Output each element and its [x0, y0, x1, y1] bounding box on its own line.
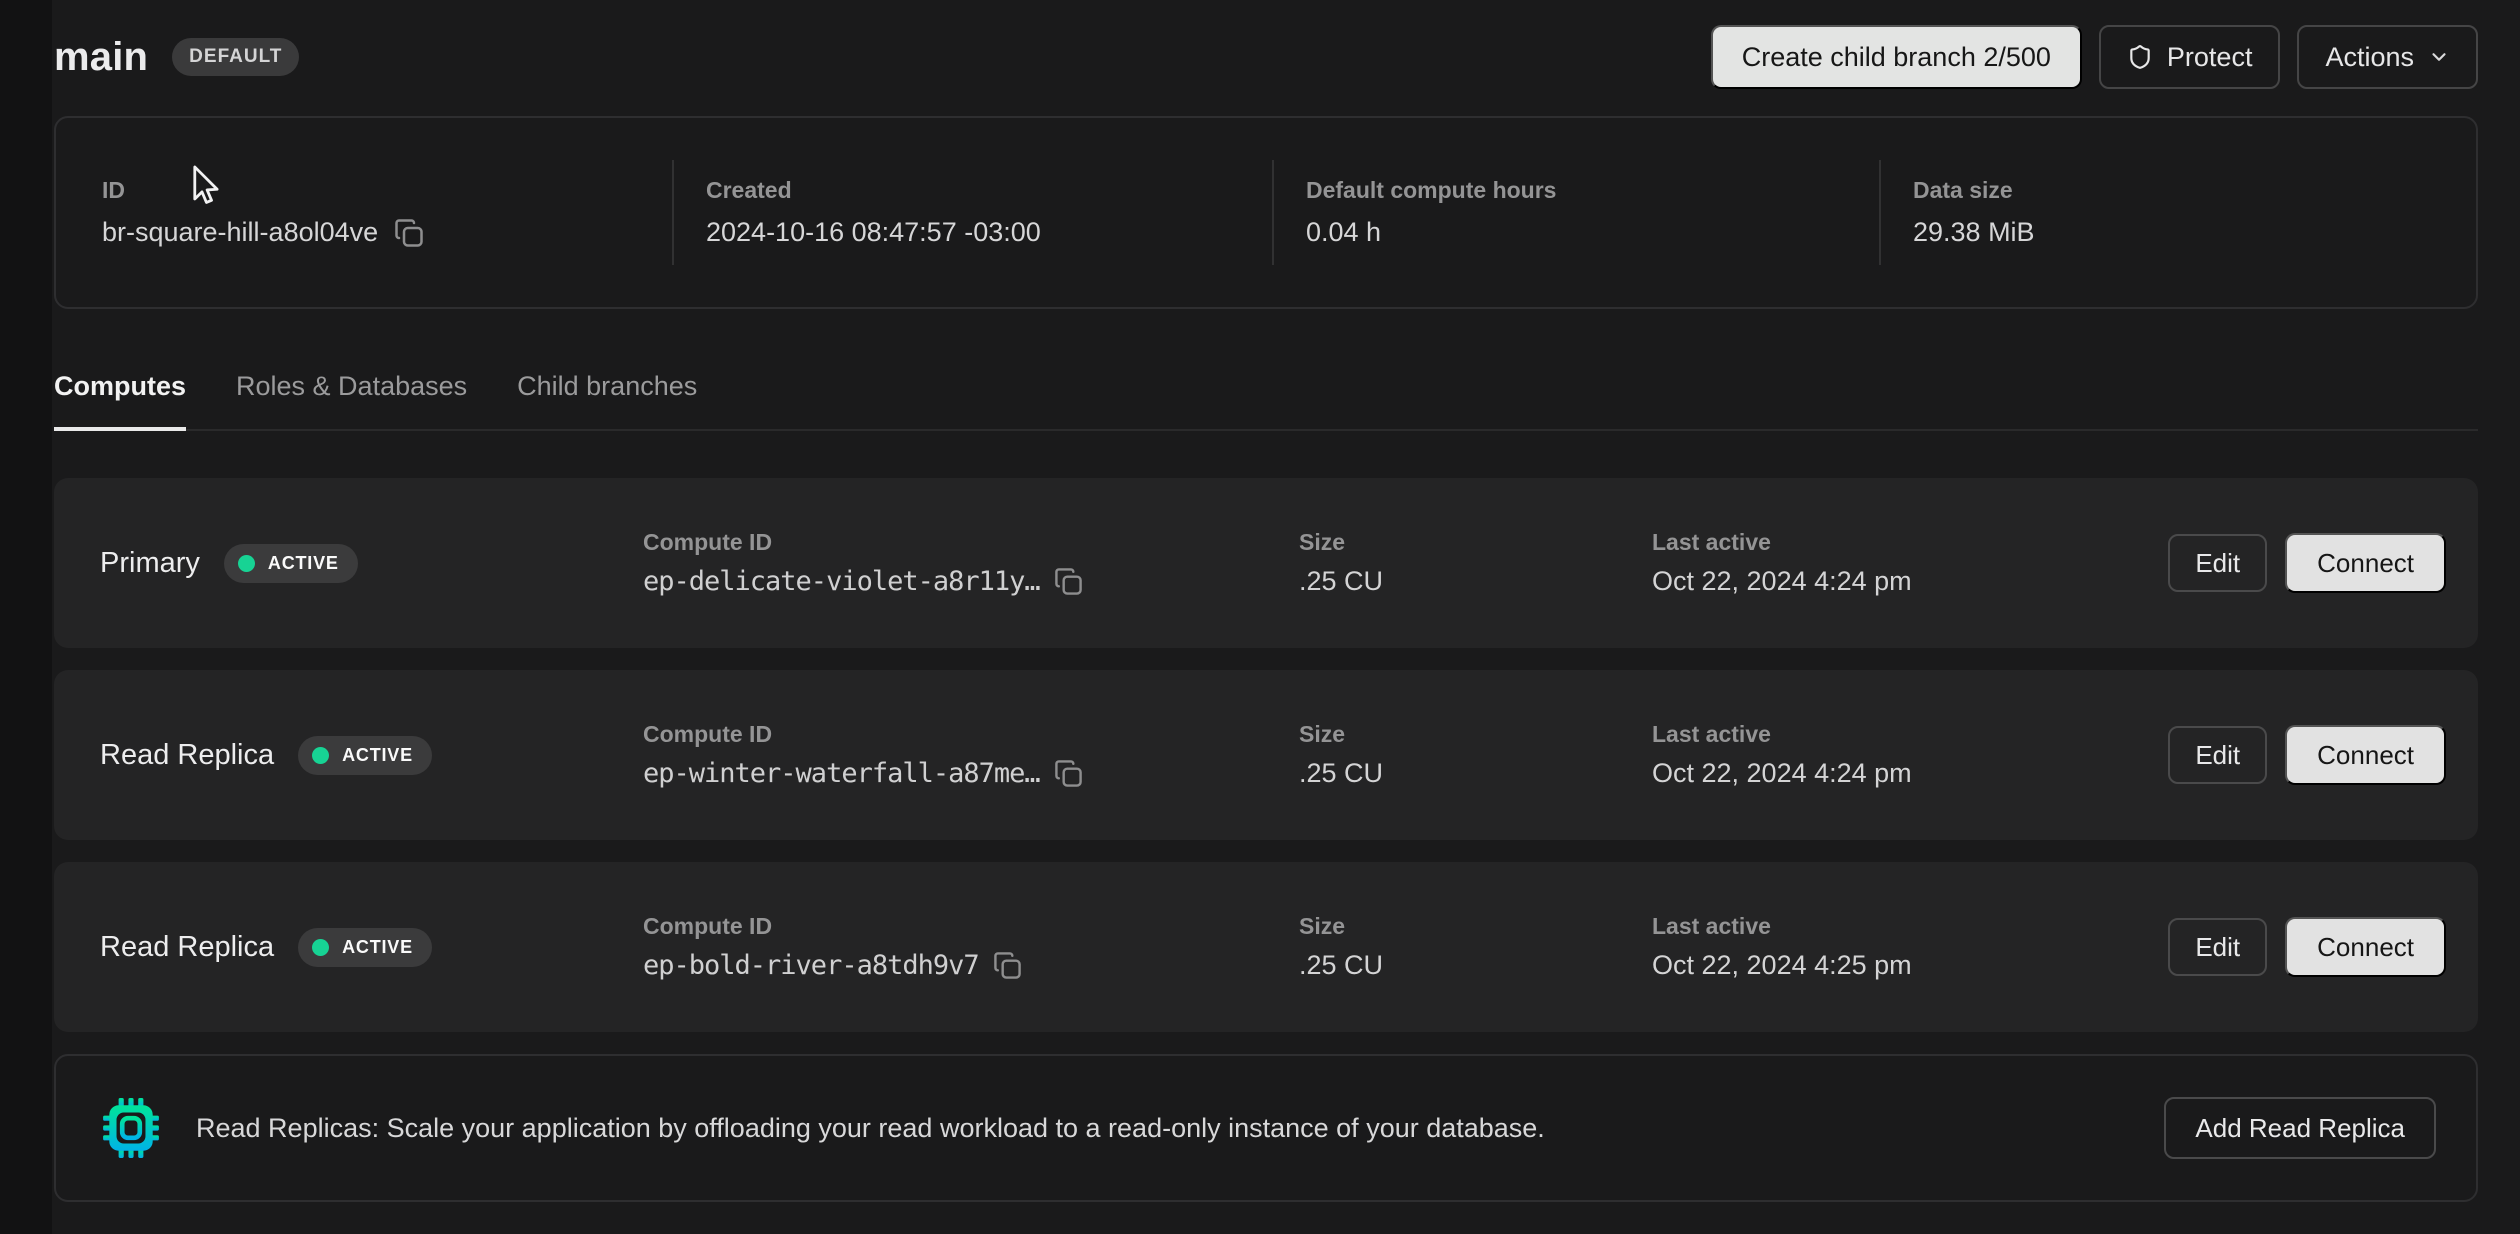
connect-button[interactable]: Connect: [2285, 917, 2446, 977]
compute-row-read-replica-1: Read Replica ACTIVE Compute ID ep-winter…: [54, 670, 2478, 840]
header-actions: Create child branch 2/500 Protect Action…: [1711, 25, 2478, 89]
compute-row-primary: Primary ACTIVE Compute ID ep-delicate-vi…: [54, 478, 2478, 648]
tab-child-branches[interactable]: Child branches: [517, 371, 697, 429]
edit-button[interactable]: Edit: [2168, 534, 2267, 592]
branch-data-size-label: Data size: [1913, 177, 2476, 204]
compute-id-label: Compute ID: [643, 721, 1299, 748]
compute-id-cell: Compute ID ep-delicate-violet-a8r11y…: [643, 529, 1299, 597]
create-child-branch-button[interactable]: Create child branch 2/500: [1711, 25, 2082, 89]
branch-compute-hours-value: 0.04 h: [1306, 217, 1879, 248]
actions-button-label: Actions: [2325, 42, 2414, 73]
branch-id-value: br-square-hill-a8ol04ve: [102, 217, 378, 248]
chevron-down-icon: [2428, 46, 2450, 68]
last-active-label: Last active: [1652, 913, 2168, 940]
compute-name: Read Replica: [100, 931, 274, 964]
last-active-cell: Last active Oct 22, 2024 4:24 pm: [1652, 721, 2168, 789]
branch-tabs: Computes Roles & Databases Child branche…: [54, 371, 2478, 431]
branch-created-field: Created 2024-10-16 08:47:57 -03:00: [672, 160, 1272, 265]
status-badge-label: ACTIVE: [342, 745, 413, 766]
branch-data-size-field: Data size 29.38 MiB: [1879, 160, 2476, 265]
read-replica-banner-text: Read Replicas: Scale your application by…: [196, 1113, 2164, 1144]
active-dot-icon: [238, 555, 255, 572]
size-label: Size: [1299, 913, 1652, 940]
compute-id-cell: Compute ID ep-winter-waterfall-a87me…: [643, 721, 1299, 789]
copy-icon[interactable]: [993, 951, 1022, 980]
compute-row-read-replica-2: Read Replica ACTIVE Compute ID ep-bold-r…: [54, 862, 2478, 1032]
branch-page-content: main DEFAULT Create child branch 2/500 P…: [52, 0, 2520, 1234]
status-badge: ACTIVE: [298, 928, 432, 967]
connect-button[interactable]: Connect: [2285, 533, 2446, 593]
chip-icon: [102, 1097, 160, 1159]
branch-compute-hours-field: Default compute hours 0.04 h: [1272, 160, 1879, 265]
compute-id-label: Compute ID: [643, 913, 1299, 940]
active-dot-icon: [312, 939, 329, 956]
compute-name: Primary: [100, 547, 200, 580]
tab-roles-databases[interactable]: Roles & Databases: [236, 371, 467, 429]
last-active-label: Last active: [1652, 529, 2168, 556]
branch-page-panel: main DEFAULT Create child branch 2/500 P…: [52, 0, 2520, 1234]
last-active-cell: Last active Oct 22, 2024 4:25 pm: [1652, 913, 2168, 981]
branch-compute-hours-label: Default compute hours: [1306, 177, 1879, 204]
branch-created-label: Created: [706, 177, 1272, 204]
page-title: main: [54, 35, 148, 80]
branch-header: main DEFAULT Create child branch 2/500 P…: [54, 24, 2478, 90]
protect-button-label: Protect: [2167, 42, 2253, 73]
copy-icon[interactable]: [1054, 759, 1083, 788]
last-active-cell: Last active Oct 22, 2024 4:24 pm: [1652, 529, 2168, 597]
actions-button[interactable]: Actions: [2297, 25, 2478, 89]
status-badge: ACTIVE: [298, 736, 432, 775]
branch-created-value: 2024-10-16 08:47:57 -03:00: [706, 217, 1272, 248]
add-read-replica-button[interactable]: Add Read Replica: [2164, 1097, 2436, 1159]
size-cell: Size .25 CU: [1299, 913, 1652, 981]
last-active-value: Oct 22, 2024 4:24 pm: [1652, 758, 2168, 789]
last-active-value: Oct 22, 2024 4:24 pm: [1652, 566, 2168, 597]
shield-icon: [2127, 43, 2153, 71]
size-label: Size: [1299, 529, 1652, 556]
compute-id-value: ep-winter-waterfall-a87me…: [643, 758, 1040, 789]
copy-icon[interactable]: [1054, 567, 1083, 596]
edit-button[interactable]: Edit: [2168, 726, 2267, 784]
connect-button[interactable]: Connect: [2285, 725, 2446, 785]
edit-button[interactable]: Edit: [2168, 918, 2267, 976]
branch-id-label: ID: [102, 177, 672, 204]
branch-data-size-value: 29.38 MiB: [1913, 217, 2476, 248]
size-value: .25 CU: [1299, 758, 1652, 789]
branch-title-group: main DEFAULT: [54, 35, 299, 80]
size-cell: Size .25 CU: [1299, 529, 1652, 597]
default-badge: DEFAULT: [172, 38, 299, 76]
branch-info-card: ID br-square-hill-a8ol04ve Created 2024-…: [54, 116, 2478, 309]
last-active-label: Last active: [1652, 721, 2168, 748]
size-value: .25 CU: [1299, 566, 1652, 597]
compute-id-value: ep-delicate-violet-a8r11y…: [643, 566, 1040, 597]
copy-icon[interactable]: [394, 218, 424, 248]
active-dot-icon: [312, 747, 329, 764]
read-replica-banner: Read Replicas: Scale your application by…: [54, 1054, 2478, 1202]
tab-computes[interactable]: Computes: [54, 371, 186, 431]
last-active-value: Oct 22, 2024 4:25 pm: [1652, 950, 2168, 981]
compute-name: Read Replica: [100, 739, 274, 772]
size-label: Size: [1299, 721, 1652, 748]
status-badge-label: ACTIVE: [268, 553, 339, 574]
size-value: .25 CU: [1299, 950, 1652, 981]
compute-id-label: Compute ID: [643, 529, 1299, 556]
compute-id-cell: Compute ID ep-bold-river-a8tdh9v7: [643, 913, 1299, 981]
protect-button[interactable]: Protect: [2099, 25, 2281, 89]
size-cell: Size .25 CU: [1299, 721, 1652, 789]
compute-id-value: ep-bold-river-a8tdh9v7: [643, 950, 979, 981]
status-badge: ACTIVE: [224, 544, 358, 583]
status-badge-label: ACTIVE: [342, 937, 413, 958]
branch-id-field: ID br-square-hill-a8ol04ve: [56, 160, 672, 265]
